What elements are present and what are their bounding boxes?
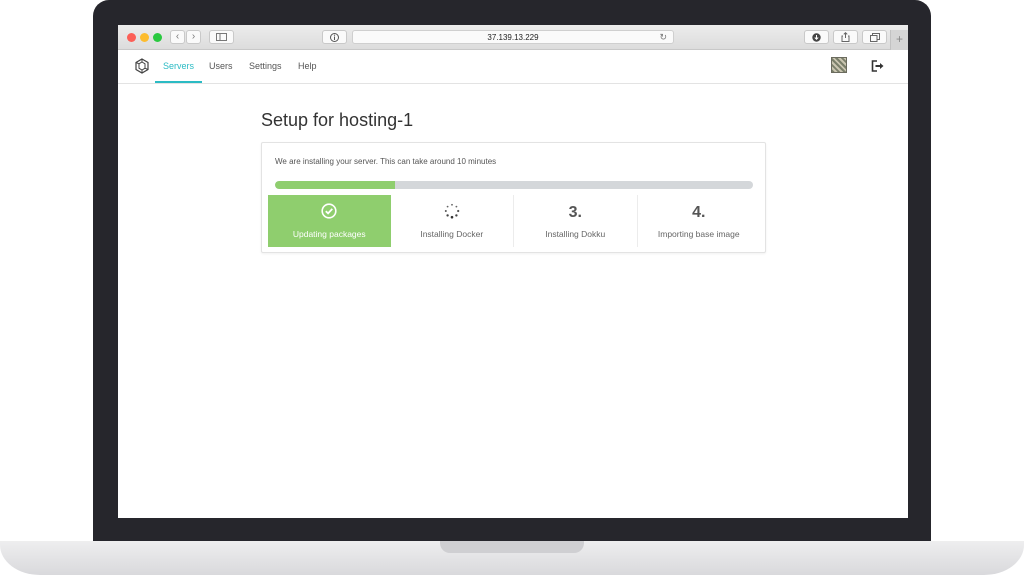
show-tabs-button[interactable] [862, 30, 887, 44]
step-label: Importing base image [657, 229, 740, 239]
logo-icon[interactable] [134, 58, 150, 74]
progress-bar [275, 181, 753, 189]
setup-progress-card: We are installing your server. This can … [261, 142, 766, 253]
step-installing-docker: Installing Docker [391, 195, 514, 247]
share-icon [841, 32, 850, 42]
close-window-button[interactable] [127, 33, 136, 42]
install-message: We are installing your server. This can … [275, 157, 497, 166]
info-icon [330, 32, 339, 42]
address-bar[interactable]: 37.139.13.229 ↻ [352, 30, 674, 44]
page-title: Setup for hosting-1 [261, 110, 414, 130]
step-label: Installing Dokku [545, 229, 606, 239]
chevron-left-icon: ‹ [175, 31, 180, 42]
setup-steps: Updating packages Installing Docker 3. I… [268, 195, 760, 247]
step-importing-base-image: 4. Importing base image [638, 195, 761, 247]
spinner-icon [444, 203, 460, 219]
nav-item-users[interactable]: Users [209, 61, 233, 71]
browser-toolbar: ‹ › 37.139.13.229 ↻ + [118, 25, 908, 50]
nav-item-help[interactable]: Help [298, 61, 317, 71]
nav-item-settings[interactable]: Settings [249, 61, 282, 71]
step-installing-dokku: 3. Installing Dokku [514, 195, 638, 247]
share-button[interactable] [833, 30, 858, 44]
reload-icon[interactable]: ↻ [659, 32, 667, 43]
logout-icon[interactable] [871, 60, 885, 72]
step-updating-packages: Updating packages [268, 195, 391, 247]
step-label: Updating packages [292, 229, 366, 239]
check-circle-icon [321, 203, 337, 219]
tabs-icon [869, 32, 880, 42]
downloads-button[interactable] [804, 30, 829, 44]
step-label: Installing Docker [420, 229, 484, 239]
active-nav-indicator [155, 81, 202, 83]
zoom-window-button[interactable] [153, 33, 162, 42]
url-text: 37.139.13.229 [487, 33, 539, 42]
back-button[interactable]: ‹ [170, 30, 185, 44]
minimize-window-button[interactable] [140, 33, 149, 42]
laptop-notch [440, 541, 584, 553]
nav-item-servers[interactable]: Servers [163, 61, 194, 71]
download-icon [812, 32, 821, 42]
progress-bar-fill [275, 181, 395, 189]
app-navbar: Servers Users Settings Help [118, 50, 908, 84]
site-info-button[interactable] [322, 30, 347, 44]
sidebar-toggle-button[interactable] [209, 30, 234, 44]
sidebar-icon [216, 33, 227, 41]
user-avatar[interactable] [831, 57, 847, 73]
new-tab-button[interactable]: + [890, 30, 908, 50]
step-number: 4. [692, 204, 706, 221]
forward-button[interactable]: › [186, 30, 201, 44]
chevron-right-icon: › [191, 31, 196, 42]
step-number: 3. [568, 204, 582, 221]
browser-window: ‹ › 37.139.13.229 ↻ + Servers Users Sett… [118, 25, 908, 518]
plus-icon: + [895, 32, 903, 46]
